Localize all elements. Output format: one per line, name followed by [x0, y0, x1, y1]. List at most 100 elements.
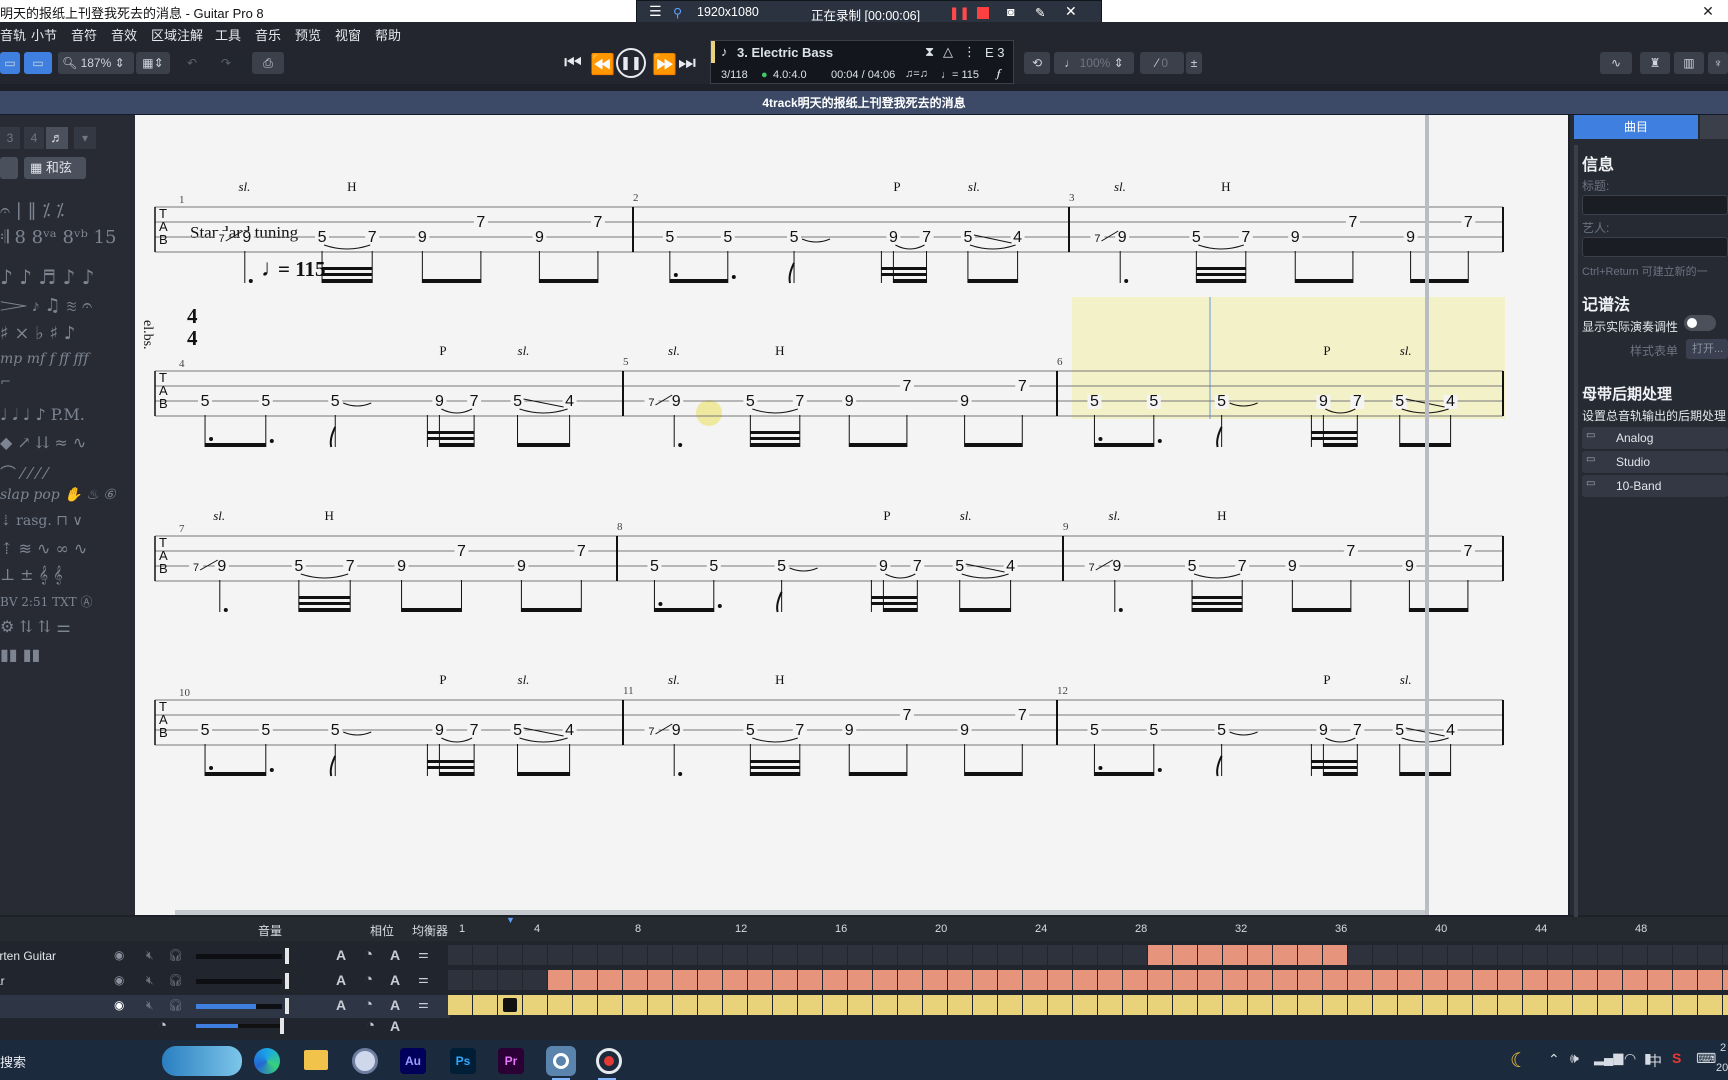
bar-cell[interactable] [1323, 995, 1347, 1015]
bar-cell[interactable] [1623, 970, 1647, 990]
bar-number[interactable]: 20 [935, 923, 947, 935]
bar-cell[interactable] [973, 945, 997, 965]
bar-cell[interactable] [1723, 970, 1728, 990]
panel-button[interactable] [0, 157, 18, 179]
bar-cell[interactable] [1023, 945, 1047, 965]
redo-button[interactable]: ↷ [212, 52, 240, 74]
eq-icon[interactable]: ⚌ [418, 972, 429, 986]
bar-cell[interactable] [1473, 995, 1497, 1015]
headphone-icon[interactable]: 🎧︎ [168, 948, 183, 962]
bar-cell[interactable] [923, 945, 947, 965]
bar-cell[interactable] [523, 945, 547, 965]
bar-cell[interactable] [1473, 945, 1497, 965]
bar-cell[interactable] [1698, 945, 1722, 965]
bar-cell[interactable] [1573, 995, 1597, 1015]
zoom-select[interactable]: 🔍︎ 187% ⇕ [58, 52, 134, 74]
automation-icon[interactable]: A [336, 972, 346, 988]
bar-cell[interactable] [1198, 970, 1222, 990]
file-explorer-icon[interactable] [304, 1050, 328, 1070]
layout-select[interactable]: ▦⇕ [136, 52, 170, 74]
bar-cell[interactable] [1248, 945, 1272, 965]
bar-cell[interactable] [1473, 970, 1497, 990]
bar-number[interactable]: 32 [1235, 923, 1247, 935]
bar-cell[interactable] [998, 970, 1022, 990]
ime-language[interactable]: 中 [1648, 1051, 1662, 1071]
bar-cell[interactable] [848, 970, 872, 990]
bar-cell[interactable] [948, 970, 972, 990]
bar-number[interactable]: 48 [1635, 923, 1647, 935]
bar-cell[interactable] [1173, 995, 1197, 1015]
tuning-control[interactable]: ⁄ 0 [1140, 52, 1184, 74]
bar-cell[interactable] [1223, 995, 1247, 1015]
mixer-track-row[interactable]: Guitar ◉ 🔇︎ 🎧︎ A ◔ A ⚌ [0, 970, 450, 993]
bar-cell[interactable] [673, 970, 697, 990]
bar-cell[interactable] [1073, 945, 1097, 965]
note-value-icons[interactable]: ♪ ♪ ♬ ♪ ♪ [0, 265, 94, 289]
bar-cell[interactable] [548, 945, 572, 965]
menu-annotation[interactable]: 区域注解 [151, 25, 203, 44]
bar-cell[interactable] [1448, 945, 1472, 965]
visibility-icon[interactable]: ◉ [114, 948, 124, 962]
bar-cell[interactable] [923, 970, 947, 990]
bar-cell[interactable] [1173, 945, 1197, 965]
bar-cell[interactable] [1448, 970, 1472, 990]
close-recorder-icon[interactable]: ✕ [1065, 3, 1077, 20]
bar-cell[interactable] [1598, 970, 1622, 990]
tray-expand-icon[interactable]: ⌃ [1548, 1051, 1560, 1068]
camera-icon[interactable]: ◙ [1007, 5, 1015, 19]
bar-cell[interactable] [1423, 945, 1447, 965]
menu-track[interactable]: 音轨 [0, 25, 26, 44]
tremolo-icons[interactable]: ⇡ ≋ ∿ ∞ ∿ [0, 539, 87, 558]
bar-cell[interactable] [1698, 995, 1722, 1015]
bar-cell[interactable] [448, 995, 472, 1015]
dynamics-icons[interactable]: 𝄐 | ‖ ⁒ ⁒ [0, 200, 64, 221]
bar-cell[interactable] [498, 995, 522, 1015]
bar-cell[interactable] [1548, 970, 1572, 990]
effect-10band[interactable]: ▭ 10-Band [1582, 475, 1728, 497]
bar-cell[interactable] [648, 945, 672, 965]
bar-cell[interactable] [473, 970, 497, 990]
bar-cell[interactable] [773, 945, 797, 965]
undo-button[interactable]: ↶ [178, 52, 206, 74]
bar-cell[interactable] [623, 970, 647, 990]
edge-icon[interactable] [254, 1048, 280, 1074]
dynamic-marks[interactable]: mp mf f ff fff [0, 351, 89, 367]
bar-cell[interactable] [723, 995, 747, 1015]
bar-cell[interactable] [1248, 995, 1272, 1015]
bar-cell[interactable] [1523, 945, 1547, 965]
bar-cell[interactable] [1323, 970, 1347, 990]
bar-cell[interactable] [1273, 995, 1297, 1015]
bar-cell[interactable] [1298, 945, 1322, 965]
bar-cell[interactable] [773, 970, 797, 990]
bar-cell[interactable] [1423, 970, 1447, 990]
photoshop-icon[interactable]: Ps [450, 1048, 476, 1074]
crescendo-icon[interactable]: ⌐ [0, 375, 11, 390]
bar-cell[interactable] [1098, 970, 1122, 990]
speed-control[interactable]: ♩ 100% ⇕ [1054, 52, 1134, 74]
bar-cell[interactable] [1648, 945, 1672, 965]
bar-cell[interactable] [573, 995, 597, 1015]
bar-cell[interactable] [1348, 995, 1372, 1015]
menu-effects[interactable]: 音效 [111, 25, 137, 44]
bar-cell[interactable] [473, 995, 497, 1015]
bar-cell[interactable] [1223, 970, 1247, 990]
misc-icons[interactable]: ⊥ ± 𝄞 𝄞 [0, 565, 63, 585]
score-view[interactable]: Standard tuning ♩ = 115 el.bs. 4 4 TAB1s… [135, 115, 1568, 915]
menu-note[interactable]: 音符 [71, 25, 97, 44]
bar-cell[interactable] [1098, 945, 1122, 965]
slap-pop-icons[interactable]: slap pop ✋ ♨ ⑥ [0, 487, 116, 503]
headphone-icon[interactable]: 🎧︎ [168, 973, 183, 987]
bar-cell[interactable] [1073, 970, 1097, 990]
bar-cell[interactable] [773, 995, 797, 1015]
bar-number[interactable]: 44 [1535, 923, 1547, 935]
bar-cell[interactable] [1123, 995, 1147, 1015]
search-box[interactable]: 搜索 [0, 1052, 26, 1071]
master-volume-slider[interactable] [280, 1018, 284, 1034]
bar-cell[interactable] [1298, 970, 1322, 990]
bar-cell[interactable] [798, 945, 822, 965]
technique-icons[interactable]: ♩ 𝅘𝅥 ♩ ♪ P.M. [0, 405, 85, 425]
voice-4-button[interactable]: 4 [24, 127, 44, 149]
bar-cell[interactable] [1523, 995, 1547, 1015]
bar-cell[interactable] [648, 995, 672, 1015]
menu-music[interactable]: 音乐 [255, 25, 281, 44]
